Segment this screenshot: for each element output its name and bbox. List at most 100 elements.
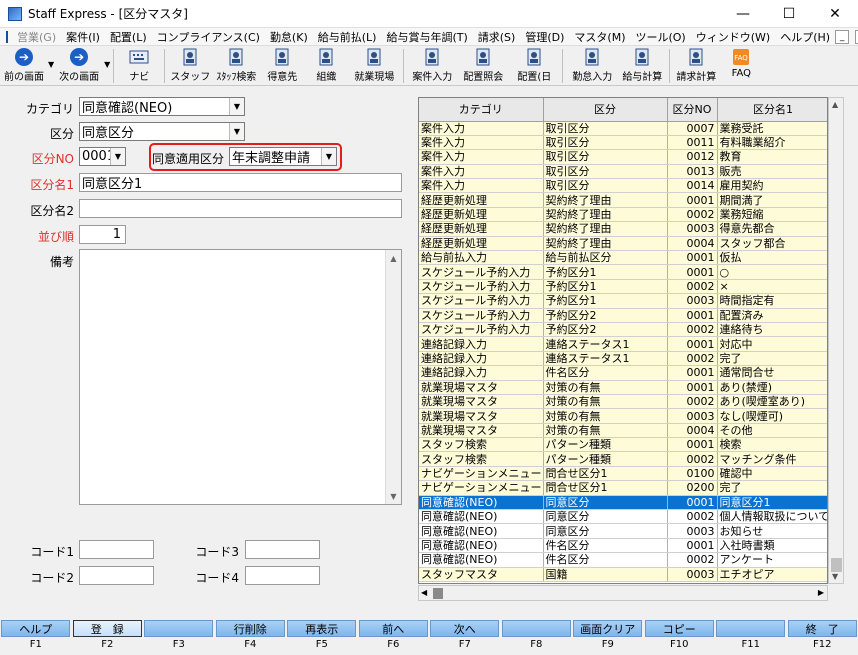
table-row[interactable]: 案件入力 取引区分 0013 販売 bbox=[419, 164, 827, 180]
table-row[interactable]: 同意確認(NEO) 同意区分 0001 同意区分1 bbox=[419, 495, 827, 511]
table-row[interactable]: 連絡記録入力 件名区分 0001 通常問合せ bbox=[419, 365, 827, 381]
kubun-no-select[interactable]: 0001 ▼ bbox=[79, 147, 126, 166]
function-key-f5[interactable]: 再表示 F5 bbox=[286, 620, 358, 655]
table-row[interactable]: 案件入力 取引区分 0011 有料職業紹介 bbox=[419, 135, 827, 151]
code1-input[interactable] bbox=[79, 540, 154, 559]
function-key-f3[interactable]: F3 bbox=[143, 620, 215, 655]
function-key-f9[interactable]: 画面クリア F9 bbox=[572, 620, 644, 655]
maximize-button[interactable]: ☐ bbox=[766, 0, 812, 28]
forward-button[interactable]: ➔ 次の画面 bbox=[54, 46, 104, 86]
function-key-button[interactable]: コピー bbox=[644, 620, 714, 637]
grid-horizontal-scrollbar[interactable]: ◀ ▶ bbox=[418, 585, 828, 601]
back-button[interactable]: ➔ 前の画面 bbox=[0, 46, 48, 86]
table-row[interactable]: 同意確認(NEO) 同意区分 0002 個人情報取扱について bbox=[419, 509, 827, 525]
data-grid[interactable]: カテゴリ 区分 区分NO 区分名1 案件入力 取引区分 0007 業務受託 案件入力 取引… bbox=[418, 97, 828, 584]
column-header[interactable]: 区分名1 bbox=[717, 98, 827, 122]
function-key-f10[interactable]: コピー F10 bbox=[644, 620, 716, 655]
menu-item[interactable]: 案件(I) bbox=[61, 29, 105, 45]
scroll-right-icon[interactable]: ▶ bbox=[818, 588, 824, 597]
toolbar-button[interactable]: 得意先 bbox=[260, 46, 304, 86]
column-header[interactable]: カテゴリ bbox=[419, 98, 544, 122]
function-key-button[interactable]: 画面クリア bbox=[573, 620, 643, 637]
table-row[interactable]: 給与前払入力 給与前払区分 0001 仮払 bbox=[419, 250, 827, 266]
remarks-textarea[interactable]: ▲ ▼ bbox=[79, 249, 402, 505]
table-row[interactable]: 同意確認(NEO) 件名区分 0002 アンケート bbox=[419, 552, 827, 568]
consent-area-select[interactable]: 年末調整申請 ▼ bbox=[229, 147, 337, 166]
menu-item[interactable]: 営業(G) bbox=[12, 29, 61, 45]
table-row[interactable]: スケジュール予約入力 予約区分1 0002 × bbox=[419, 279, 827, 295]
kubun-name2-input[interactable] bbox=[79, 199, 402, 218]
menu-item[interactable]: コンプライアンス(C) bbox=[152, 29, 265, 45]
scroll-up-icon[interactable]: ▲ bbox=[832, 100, 838, 109]
function-key-button[interactable]: 終 了 bbox=[787, 620, 857, 637]
function-key-f12[interactable]: 終 了 F12 bbox=[787, 620, 858, 655]
table-row[interactable]: 経歴更新処理 契約終了理由 0004 スタッフ都合 bbox=[419, 236, 827, 252]
code3-input[interactable] bbox=[245, 540, 320, 559]
menu-item[interactable]: マスタ(M) bbox=[569, 29, 630, 45]
column-header[interactable]: 区分 bbox=[543, 98, 668, 122]
table-row[interactable]: スタッフ検索 パターン種類 0001 検索 bbox=[419, 437, 827, 453]
toolbar-button[interactable]: 請求計算 bbox=[673, 46, 719, 86]
toolbar-button[interactable]: 就業現場 bbox=[348, 46, 400, 86]
table-row[interactable]: 就業現場マスタ 対策の有無 0003 なし(喫煙可) bbox=[419, 408, 827, 424]
table-row[interactable]: ナビゲーションメニュー 問合せ区分1 0100 確認中 bbox=[419, 466, 827, 482]
chevron-down-icon[interactable]: ▼ bbox=[229, 123, 244, 140]
code4-input[interactable] bbox=[245, 566, 320, 585]
function-key-f8[interactable]: F8 bbox=[501, 620, 573, 655]
table-row[interactable]: 連絡記録入力 連絡ステータス1 0001 対応中 bbox=[419, 336, 827, 352]
kubun-name1-input[interactable]: 同意区分1 bbox=[79, 173, 402, 192]
table-row[interactable]: スケジュール予約入力 予約区分1 0003 時間指定有 bbox=[419, 293, 827, 309]
table-row[interactable]: 連絡記録入力 連絡ステータス1 0002 完了 bbox=[419, 351, 827, 367]
table-row[interactable]: 就業現場マスタ 対策の有無 0004 その他 bbox=[419, 423, 827, 439]
chevron-down-icon[interactable]: ▼ bbox=[229, 98, 244, 115]
function-key-button[interactable] bbox=[501, 620, 571, 637]
mdi-doc-icon[interactable] bbox=[6, 30, 8, 43]
toolbar-button[interactable]: 給与計算 bbox=[618, 46, 666, 86]
chevron-down-icon[interactable]: ▼ bbox=[110, 148, 125, 165]
table-row[interactable]: 案件入力 取引区分 0014 雇用契約 bbox=[419, 178, 827, 194]
table-row[interactable]: スタッフ検索 パターン種類 0002 マッチング条件 bbox=[419, 451, 827, 467]
menu-item[interactable]: 請求(S) bbox=[473, 29, 521, 45]
kubun-select[interactable]: 同意区分 ▼ bbox=[79, 122, 245, 141]
function-key-f6[interactable]: 前へ F6 bbox=[358, 620, 430, 655]
toolbar-button[interactable]: 配置照会 bbox=[457, 46, 509, 86]
function-key-button[interactable]: 前へ bbox=[358, 620, 428, 637]
function-key-button[interactable] bbox=[716, 620, 786, 637]
table-row[interactable]: スケジュール予約入力 予約区分1 0001 ○ bbox=[419, 264, 827, 280]
code2-input[interactable] bbox=[79, 566, 154, 585]
toolbar-button[interactable]: スタッフ bbox=[168, 46, 212, 86]
function-key-button[interactable]: ヘルプ bbox=[1, 620, 71, 637]
function-key-f2[interactable]: 登 録 F2 bbox=[72, 620, 144, 655]
menu-item[interactable]: ツール(O) bbox=[630, 29, 690, 45]
table-row[interactable]: 経歴更新処理 契約終了理由 0001 期間満了 bbox=[419, 192, 827, 208]
table-row[interactable]: 同意確認(NEO) 同意区分 0003 お知らせ bbox=[419, 523, 827, 539]
toolbar-button[interactable]: 組織 bbox=[304, 46, 348, 86]
table-row[interactable]: 就業現場マスタ 対策の有無 0001 あり(禁煙) bbox=[419, 380, 827, 395]
scroll-left-icon[interactable]: ◀ bbox=[421, 588, 427, 597]
table-row[interactable]: 案件入力 取引区分 0007 業務受託 bbox=[419, 121, 827, 136]
function-key-f1[interactable]: ヘルプ F1 bbox=[0, 620, 72, 655]
toolbar-button[interactable]: 勤怠入力 bbox=[566, 46, 618, 86]
table-row[interactable]: 同意確認(NEO) 件名区分 0001 入社時書類 bbox=[419, 538, 827, 554]
table-row[interactable]: スケジュール予約入力 予約区分2 0001 配置済み bbox=[419, 308, 827, 323]
table-row[interactable]: スタッフマスタ 国籍 0003 エチオピア bbox=[419, 567, 827, 583]
function-key-button[interactable] bbox=[144, 620, 214, 637]
scroll-down-icon[interactable]: ▼ bbox=[832, 572, 838, 581]
remarks-scrollbar[interactable]: ▲ ▼ bbox=[385, 250, 401, 504]
mdi-minimize-icon[interactable]: _ bbox=[835, 29, 850, 44]
table-row[interactable]: 案件入力 取引区分 0012 教育 bbox=[419, 149, 827, 165]
table-row[interactable]: スケジュール予約入力 予約区分2 0002 連絡待ち bbox=[419, 322, 827, 338]
close-button[interactable]: ✕ bbox=[812, 0, 858, 28]
scroll-down-icon[interactable]: ▼ bbox=[386, 488, 401, 504]
table-row[interactable]: 就業現場マスタ 対策の有無 0002 あり(喫煙室あり) bbox=[419, 394, 827, 410]
menu-item[interactable]: 配置(L) bbox=[105, 29, 152, 45]
menu-item[interactable]: ヘルプ(H) bbox=[775, 29, 835, 45]
menu-item[interactable]: 管理(D) bbox=[520, 29, 569, 45]
function-key-f4[interactable]: 行削除 F4 bbox=[215, 620, 287, 655]
toolbar-button[interactable]: 案件入力 bbox=[407, 46, 457, 86]
column-header[interactable]: 区分NO bbox=[667, 98, 718, 122]
scroll-up-icon[interactable]: ▲ bbox=[386, 250, 401, 266]
table-row[interactable]: 経歴更新処理 契約終了理由 0002 業務短縮 bbox=[419, 207, 827, 223]
menu-item[interactable]: 給与賞与年調(T) bbox=[381, 29, 472, 45]
function-key-f7[interactable]: 次へ F7 bbox=[429, 620, 501, 655]
